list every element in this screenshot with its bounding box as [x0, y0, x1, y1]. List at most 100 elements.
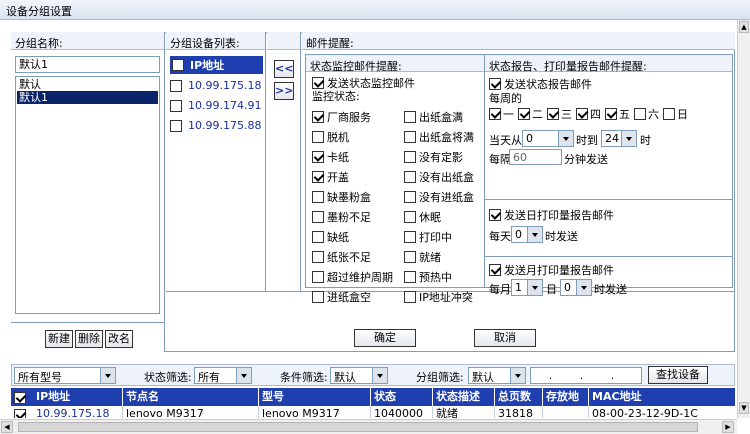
- scroll-right-icon[interactable]: ▶: [722, 421, 734, 433]
- table-select-all-checkbox[interactable]: [14, 392, 26, 404]
- group-list-item-selected[interactable]: 默认1: [17, 91, 158, 104]
- status-option[interactable]: 超过维护周期: [312, 269, 393, 285]
- group-name-input[interactable]: 默认1: [15, 56, 160, 73]
- cancel-button[interactable]: 取消: [474, 329, 536, 347]
- send-monthly-report-checkbox[interactable]: [489, 264, 501, 276]
- move-right-button[interactable]: >>: [274, 82, 294, 100]
- status-option[interactable]: 打印中: [404, 229, 452, 245]
- group-list[interactable]: 默认 默认1: [15, 76, 160, 314]
- row-checkbox[interactable]: [14, 409, 26, 418]
- table-row[interactable]: 10.99.175.18 lenovo M9317 lenovo M9317 1040…: [11, 406, 735, 418]
- status-checkbox[interactable]: [312, 151, 324, 163]
- weekday-checkbox[interactable]: [489, 108, 501, 120]
- table-select-all[interactable]: [14, 391, 26, 404]
- status-checkbox[interactable]: [312, 171, 324, 183]
- device-item[interactable]: 10.99.175.88: [170, 119, 261, 132]
- column-header[interactable]: 状态: [371, 388, 433, 406]
- ip-address-input[interactable]: . . .: [530, 367, 642, 384]
- status-option[interactable]: 进纸盒空: [312, 289, 371, 305]
- status-checkbox[interactable]: [404, 251, 416, 263]
- status-checkbox[interactable]: [404, 211, 416, 223]
- column-header[interactable]: 节点名: [123, 388, 259, 406]
- from-hour-select[interactable]: 0: [522, 130, 574, 147]
- send-status-report-checkbox[interactable]: [489, 78, 501, 90]
- status-checkbox[interactable]: [404, 291, 416, 303]
- column-header[interactable]: IP地址: [33, 388, 123, 406]
- status-checkbox[interactable]: [404, 231, 416, 243]
- status-option[interactable]: 预热中: [404, 269, 452, 285]
- monthly-day-select[interactable]: 1: [511, 279, 543, 296]
- status-checkbox[interactable]: [312, 231, 324, 243]
- status-checkbox[interactable]: [312, 251, 324, 263]
- status-option[interactable]: 没有定影: [404, 149, 463, 165]
- weekday-checkbox[interactable]: [518, 108, 530, 120]
- status-option[interactable]: 缺纸: [312, 229, 349, 245]
- weekday-checkbox[interactable]: [634, 108, 646, 120]
- status-checkbox[interactable]: [404, 111, 416, 123]
- status-checkbox[interactable]: [312, 211, 324, 223]
- device-checkbox[interactable]: [170, 79, 182, 92]
- status-option[interactable]: 出纸盒将满: [404, 129, 474, 145]
- status-checkbox[interactable]: [312, 131, 324, 143]
- status-option[interactable]: 墨粉不足: [312, 209, 371, 225]
- status-option[interactable]: 缺墨粉盒: [312, 189, 371, 205]
- send-monthly-report-option[interactable]: 发送月打印量报告邮件: [489, 262, 614, 278]
- ok-button[interactable]: 确定: [354, 329, 416, 347]
- status-checkbox[interactable]: [312, 111, 324, 123]
- scroll-left-icon[interactable]: ◀: [1, 421, 13, 433]
- status-checkbox[interactable]: [312, 271, 324, 283]
- weekday-checkbox[interactable]: [663, 108, 675, 120]
- device-item[interactable]: 10.99.175.18: [170, 79, 261, 92]
- send-daily-report-option[interactable]: 发送日打印量报告邮件: [489, 207, 614, 223]
- status-option[interactable]: 纸张不足: [312, 249, 371, 265]
- to-hour-select[interactable]: 24: [601, 130, 637, 147]
- status-option[interactable]: 就绪: [404, 249, 441, 265]
- device-item[interactable]: 10.99.174.91: [170, 99, 261, 112]
- row-checkbox-cell[interactable]: [14, 408, 26, 418]
- group-filter-select[interactable]: 默认: [468, 367, 526, 384]
- column-header[interactable]: 存放地: [543, 388, 589, 406]
- status-option[interactable]: 没有进纸盒: [404, 189, 474, 205]
- weekday-checkbox[interactable]: [576, 108, 588, 120]
- status-checkbox[interactable]: [404, 151, 416, 163]
- status-filter-select[interactable]: 所有: [194, 367, 252, 384]
- status-checkbox[interactable]: [404, 191, 416, 203]
- status-checkbox[interactable]: [312, 291, 324, 303]
- scroll-up-icon[interactable]: ▲: [739, 21, 749, 33]
- column-header[interactable]: MAC地址: [589, 388, 735, 406]
- device-checkbox[interactable]: [170, 119, 182, 132]
- weekday-checkbox[interactable]: [547, 108, 559, 120]
- move-left-button[interactable]: <<: [274, 60, 294, 78]
- find-device-button[interactable]: 查找设备: [648, 366, 708, 384]
- group-list-item[interactable]: 默认: [17, 78, 158, 91]
- daily-hour-select[interactable]: 0: [511, 226, 543, 243]
- send-daily-report-checkbox[interactable]: [489, 209, 501, 221]
- status-option[interactable]: 脱机: [312, 129, 349, 145]
- column-header[interactable]: 型号: [259, 388, 371, 406]
- status-option[interactable]: 休眠: [404, 209, 441, 225]
- status-checkbox[interactable]: [404, 171, 416, 183]
- select-all-checkbox[interactable]: [172, 59, 184, 71]
- weekday-checkbox[interactable]: [605, 108, 617, 120]
- column-header[interactable]: 状态描述: [433, 388, 495, 406]
- status-checkbox[interactable]: [312, 191, 324, 203]
- status-option[interactable]: 开盖: [312, 169, 349, 185]
- interval-input[interactable]: 60: [509, 149, 562, 165]
- scroll-down-icon[interactable]: ▼: [739, 402, 749, 414]
- vertical-scrollbar[interactable]: ▲ ▼: [737, 20, 750, 418]
- horizontal-scrollbar[interactable]: ◀ ▶: [0, 419, 737, 434]
- column-header[interactable]: 总页数: [495, 388, 543, 406]
- status-option[interactable]: 厂商服务: [312, 109, 371, 125]
- delete-group-button[interactable]: 删除: [75, 330, 103, 348]
- status-option[interactable]: 没有出纸盒: [404, 169, 474, 185]
- status-checkbox[interactable]: [404, 131, 416, 143]
- model-filter-select[interactable]: 所有型号: [14, 367, 116, 384]
- horizontal-scroll-thumb[interactable]: [18, 422, 698, 432]
- condition-filter-select[interactable]: 默认: [330, 367, 388, 384]
- new-group-button[interactable]: 新建: [45, 330, 73, 348]
- status-option[interactable]: IP地址冲突: [404, 289, 473, 305]
- status-option[interactable]: 出纸盒满: [404, 109, 463, 125]
- device-checkbox[interactable]: [170, 99, 182, 112]
- status-checkbox[interactable]: [404, 271, 416, 283]
- status-option[interactable]: 卡纸: [312, 149, 349, 165]
